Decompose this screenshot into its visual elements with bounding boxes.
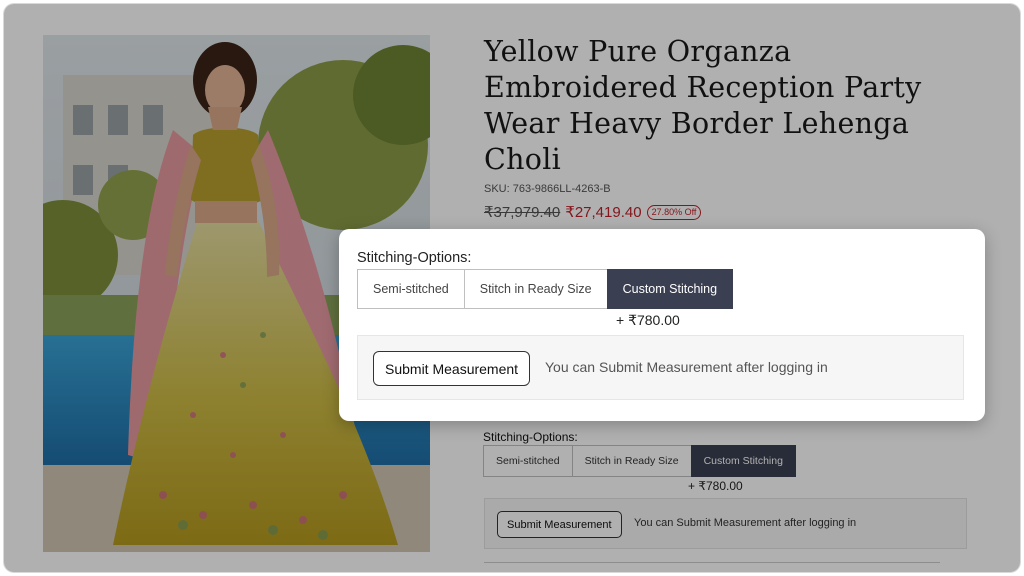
popup-option-semi-stitched[interactable]: Semi-stitched [357,269,465,309]
popup-stitching-options-group: Semi-stitched Stitch in Ready Size Custo… [357,269,734,309]
popup-stitching-options-label: Stitching-Options: [357,250,472,266]
popup-option-custom-stitching[interactable]: Custom Stitching [606,269,734,309]
popup-submit-measurement-button[interactable]: Submit Measurement [373,351,531,386]
popup-login-note: You can Submit Measurement after logging… [545,359,828,375]
popup-option-ready-size[interactable]: Stitch in Ready Size [463,269,608,309]
page: Yellow Pure Organza Embroidered Receptio… [4,4,1020,572]
popup-measurement-box: Submit Measurement You can Submit Measur… [357,335,964,400]
popup-custom-stitching-price: + ₹780.00 [616,312,680,328]
stitching-options-popup: Stitching-Options: Semi-stitched Stitch … [339,229,985,421]
